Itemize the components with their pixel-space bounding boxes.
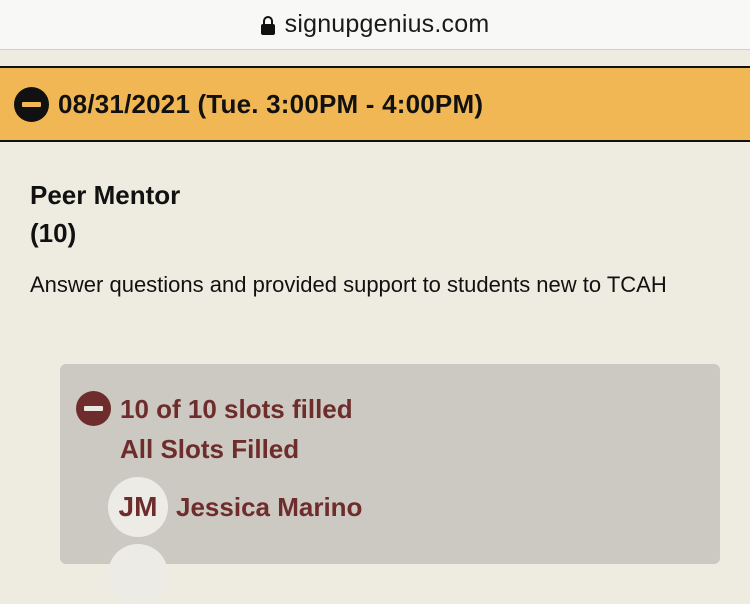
slots-filled-status[interactable]: 10 of 10 slots filled — [120, 391, 353, 427]
lock-icon — [260, 15, 275, 36]
browser-address-bar[interactable]: signupgenius.com — [0, 0, 750, 50]
volunteer-row: JM Jessica Marino — [108, 477, 362, 537]
filled-slots-panel: 10 of 10 slots filled All Slots Filled J… — [60, 364, 720, 564]
slot-title: Peer Mentor — [30, 180, 181, 210]
avatar: JM — [108, 477, 168, 537]
date-header[interactable]: 08/31/2021 (Tue. 3:00PM - 4:00PM) — [0, 66, 750, 142]
domain-text: signupgenius.com — [284, 10, 490, 38]
slot-description: Answer questions and provided support to… — [30, 272, 667, 297]
all-slots-filled-label: All Slots Filled — [120, 434, 300, 464]
volunteer-name: Jessica Marino — [176, 491, 363, 522]
date-header-text: 08/31/2021 (Tue. 3:00PM - 4:00PM) — [58, 88, 484, 119]
collapse-icon[interactable] — [14, 86, 49, 122]
avatar — [108, 544, 168, 604]
slot-count: (10) — [30, 218, 77, 248]
collapse-icon[interactable] — [76, 391, 111, 426]
